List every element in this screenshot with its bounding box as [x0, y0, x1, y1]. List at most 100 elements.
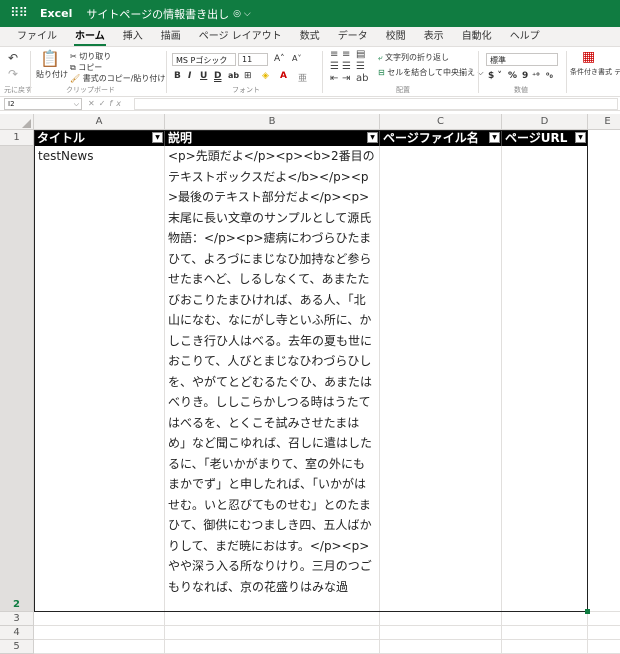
- cell-text: <p>先頭だよ</p><p><b>2番目のテキストボックスだよ</b></p><…: [168, 149, 375, 594]
- align-center-icon[interactable]: ☰: [342, 61, 351, 72]
- cell-c3[interactable]: [380, 612, 502, 626]
- formula-input[interactable]: [134, 97, 618, 110]
- align-left-icon[interactable]: ☰: [330, 61, 339, 72]
- row-header-3[interactable]: 3: [0, 612, 34, 626]
- cell-b3[interactable]: [165, 612, 380, 626]
- currency-icon[interactable]: $ ˅: [488, 71, 502, 81]
- font-size-select[interactable]: 11: [238, 53, 268, 66]
- app-name[interactable]: Excel: [40, 7, 72, 20]
- increase-font-icon[interactable]: A˄: [274, 54, 285, 64]
- row-header-2[interactable]: 2: [0, 146, 34, 612]
- cell-d3[interactable]: [502, 612, 588, 626]
- cut-button[interactable]: ✂ 切り取り: [70, 51, 111, 62]
- orientation-icon[interactable]: ab: [356, 73, 368, 84]
- cell-a4[interactable]: [34, 626, 165, 640]
- number-format-select[interactable]: 標準: [486, 53, 558, 66]
- wrap-text-button[interactable]: ⤶ 文字列の折り返し: [378, 52, 449, 63]
- tab-data[interactable]: データ: [329, 27, 377, 46]
- decrease-indent-icon[interactable]: ⇤: [330, 73, 338, 84]
- table-resize-handle[interactable]: [585, 609, 590, 614]
- merge-center-button[interactable]: ⊟ セルを結合して中央揃え ⌵: [378, 67, 484, 78]
- double-underline-button[interactable]: D: [214, 71, 221, 81]
- font-name-select[interactable]: MS Pゴシック: [172, 53, 236, 66]
- middle-align-icon[interactable]: ≡: [342, 49, 350, 60]
- column-header-a[interactable]: A: [34, 114, 165, 130]
- header-cell-description[interactable]: 説明: [165, 130, 380, 146]
- chevron-down-icon[interactable]: ⌵: [74, 99, 79, 109]
- borders-icon[interactable]: ⊞: [244, 71, 252, 81]
- row-header-4[interactable]: 4: [0, 626, 34, 640]
- align-right-icon[interactable]: ☰: [356, 61, 365, 72]
- tab-formulas[interactable]: 数式: [291, 27, 329, 46]
- filter-dropdown-icon[interactable]: ▼: [575, 132, 586, 143]
- cell-a2[interactable]: testNews: [34, 146, 165, 612]
- column-header-d[interactable]: D: [502, 114, 588, 130]
- cell-e2[interactable]: [588, 146, 620, 612]
- undo-icon[interactable]: ↶: [8, 51, 18, 65]
- cell-c4[interactable]: [380, 626, 502, 640]
- tab-help[interactable]: ヘルプ: [501, 27, 549, 46]
- tab-file[interactable]: ファイル: [8, 27, 66, 46]
- cell-d4[interactable]: [502, 626, 588, 640]
- tab-automate[interactable]: 自動化: [453, 27, 501, 46]
- cell-c5[interactable]: [380, 640, 502, 654]
- column-header-e[interactable]: E: [588, 114, 620, 130]
- cell-d2[interactable]: [502, 146, 588, 612]
- redo-icon[interactable]: ↷: [8, 67, 18, 81]
- tab-draw[interactable]: 描画: [152, 27, 190, 46]
- title-bar: ⠿⠿ Excel サイトページの情報書き出し ◎ ⌵: [0, 0, 620, 27]
- cell-e3[interactable]: [588, 612, 620, 626]
- tab-page-layout[interactable]: ページ レイアウト: [190, 27, 291, 46]
- italic-button[interactable]: I: [188, 71, 191, 81]
- cell-a5[interactable]: [34, 640, 165, 654]
- row-header-5[interactable]: 5: [0, 640, 34, 654]
- tab-review[interactable]: 校閲: [377, 27, 415, 46]
- paste-icon[interactable]: 📋: [40, 49, 60, 68]
- filter-dropdown-icon[interactable]: ▼: [367, 132, 378, 143]
- cell-b4[interactable]: [165, 626, 380, 640]
- cell-d5[interactable]: [502, 640, 588, 654]
- cell-e4[interactable]: [588, 626, 620, 640]
- percent-icon[interactable]: %: [508, 71, 517, 81]
- paste-button[interactable]: 貼り付け: [36, 69, 68, 80]
- column-header-c[interactable]: C: [380, 114, 502, 130]
- row-header-1[interactable]: 1: [0, 130, 34, 146]
- top-align-icon[interactable]: ≡: [330, 49, 338, 60]
- tab-view[interactable]: 表示: [415, 27, 453, 46]
- document-name[interactable]: サイトページの情報書き出し: [86, 6, 229, 22]
- app-launcher-icon[interactable]: ⠿⠿: [10, 6, 30, 21]
- column-header-b[interactable]: B: [165, 114, 380, 130]
- phonetic-icon[interactable]: 亜: [298, 71, 307, 84]
- conditional-format-icon[interactable]: ▦: [582, 49, 595, 65]
- cell-b2[interactable]: <p>先頭だよ</p><p><b>2番目のテキストボックスだよ</b></p><…: [165, 146, 380, 612]
- increase-decimal-icon[interactable]: ⁺⁰: [532, 71, 540, 80]
- header-cell-title[interactable]: タイトル: [34, 130, 165, 146]
- filter-dropdown-icon[interactable]: ▼: [152, 132, 163, 143]
- select-all-button[interactable]: [0, 114, 34, 130]
- increase-indent-icon[interactable]: ⇥: [342, 73, 350, 84]
- name-box[interactable]: I2 ⌵: [4, 97, 82, 110]
- copy-button[interactable]: ⧉ コピー: [70, 62, 102, 73]
- underline-button[interactable]: U: [200, 71, 207, 81]
- bold-button[interactable]: B: [174, 71, 181, 81]
- strikethrough-icon[interactable]: ab: [228, 71, 239, 80]
- paintbrush-icon: 🖌: [70, 74, 81, 83]
- comma-icon[interactable]: 9: [522, 71, 528, 81]
- fill-color-icon[interactable]: ◈: [262, 71, 269, 81]
- conditional-format-button[interactable]: 条件付き書式 テ: [570, 67, 620, 77]
- header-cell-page-file[interactable]: ページファイル名: [380, 130, 502, 146]
- font-color-icon[interactable]: A: [280, 71, 287, 81]
- document-menu-chevron-icon[interactable]: ◎ ⌵: [233, 9, 251, 19]
- cell-c2[interactable]: [380, 146, 502, 612]
- format-painter-button[interactable]: 🖌 書式のコピー/貼り付け: [70, 73, 165, 84]
- cell-a3[interactable]: [34, 612, 165, 626]
- tab-insert[interactable]: 挿入: [114, 27, 152, 46]
- bottom-align-icon[interactable]: ▤: [356, 49, 365, 60]
- decrease-font-icon[interactable]: A˅: [292, 54, 301, 63]
- cell-e5[interactable]: [588, 640, 620, 654]
- formula-icons[interactable]: ✕✓fx: [82, 99, 134, 108]
- cell-b5[interactable]: [165, 640, 380, 654]
- tab-home[interactable]: ホーム: [66, 27, 114, 46]
- filter-dropdown-icon[interactable]: ▼: [489, 132, 500, 143]
- decrease-decimal-icon[interactable]: ⁰₀: [546, 71, 553, 80]
